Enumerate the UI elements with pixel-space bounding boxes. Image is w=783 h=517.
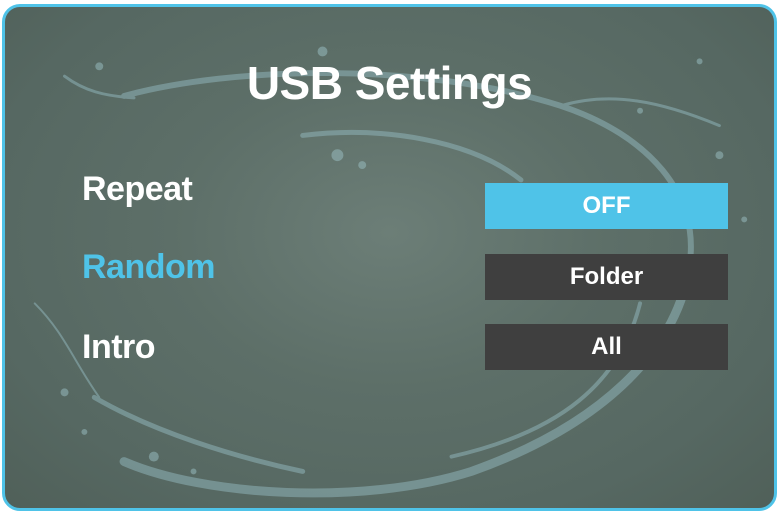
- random-label: Random: [82, 248, 216, 286]
- repeat-label: Repeat: [82, 170, 193, 208]
- repeat-value-button[interactable]: OFF: [485, 183, 728, 229]
- random-value-button[interactable]: Folder: [485, 254, 728, 300]
- usb-settings-panel: USB Settings Repeat OFF Random Folder In…: [2, 4, 777, 511]
- intro-value-button[interactable]: All: [485, 324, 728, 370]
- page-title: USB Settings: [246, 57, 533, 109]
- intro-label: Intro: [82, 328, 156, 366]
